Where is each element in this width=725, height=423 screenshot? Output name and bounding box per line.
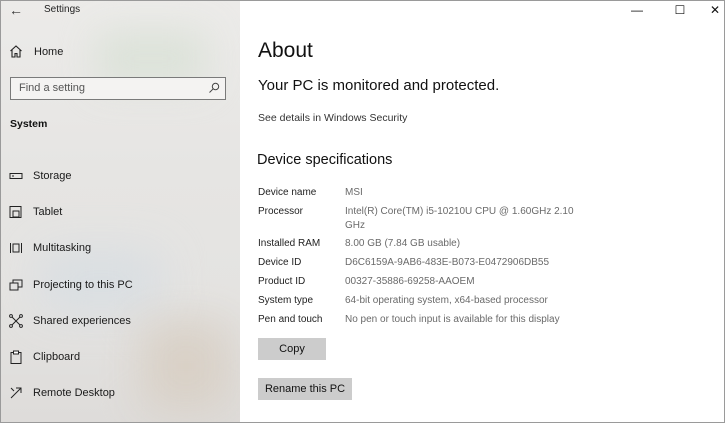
back-arrow-icon[interactable]: ←	[9, 2, 25, 18]
home-icon	[10, 45, 22, 58]
spec-value: No pen or touch input is available for t…	[345, 314, 560, 325]
title-bar: ← Settings	[1, 1, 240, 21]
sidebar-item-multitasking[interactable]: Multitasking	[1, 237, 240, 261]
main-content: — ☐ ✕ About Your PC is monitored and pro…	[240, 1, 724, 422]
search-input[interactable]: Find a setting	[10, 77, 226, 100]
spec-label: Device name	[258, 187, 317, 198]
spec-label: Processor	[258, 206, 304, 217]
spec-label: Pen and touch	[258, 314, 323, 325]
close-button[interactable]: ✕	[698, 1, 724, 21]
sidebar-item-label: Tablet	[33, 206, 63, 218]
sidebar-item-clipboard[interactable]: Clipboard	[1, 346, 240, 370]
spec-value: MSI	[345, 187, 363, 198]
sidebar-item-label: Multitasking	[33, 242, 92, 254]
app-title: Settings	[44, 4, 81, 15]
spec-value: D6C6159A-9AB6-483E-B073-E0472906DB55	[345, 257, 550, 268]
sidebar-item-shared-experiences[interactable]: Shared experiences	[1, 310, 240, 334]
spec-label: System type	[258, 295, 314, 306]
spec-value: 8.00 GB (7.84 GB usable)	[345, 238, 461, 249]
page-title: About	[258, 39, 313, 62]
spec-value: Intel(R) Core(TM) i5-10210U CPU @ 1.60GH…	[345, 206, 574, 231]
home-label: Home	[34, 46, 64, 58]
sidebar-item-projecting[interactable]: Projecting to this PC	[1, 274, 240, 298]
settings-window: ← Settings Home Find a setting System St…	[0, 0, 725, 423]
tablet-icon	[9, 206, 22, 218]
windows-security-link[interactable]: See details in Windows Security	[258, 112, 407, 124]
rename-pc-button[interactable]: Rename this PC	[258, 378, 352, 400]
copy-button[interactable]: Copy	[258, 338, 326, 360]
search-placeholder: Find a setting	[19, 82, 86, 94]
sidebar-item-label: Projecting to this PC	[33, 279, 133, 291]
device-specifications-heading: Device specifications	[257, 152, 393, 168]
spec-label: Installed RAM	[258, 238, 321, 249]
minimize-button[interactable]: —	[620, 1, 654, 21]
maximize-button[interactable]: ☐	[663, 1, 697, 21]
clipboard-icon	[10, 350, 22, 364]
remote-desktop-icon	[10, 387, 22, 399]
spec-value: 64-bit operating system, x64-based proce…	[345, 295, 548, 306]
spec-label: Device ID	[258, 257, 302, 268]
sidebar-item-tablet[interactable]: Tablet	[1, 201, 240, 225]
sidebar-item-label: Remote Desktop	[33, 387, 115, 399]
sidebar: ← Settings Home Find a setting System St…	[1, 1, 240, 422]
sidebar-item-label: Storage	[33, 170, 72, 182]
sidebar-item-label: Shared experiences	[33, 315, 131, 327]
search-icon[interactable]	[208, 82, 220, 94]
sidebar-item-storage[interactable]: Storage	[1, 165, 240, 189]
sidebar-item-label: Clipboard	[33, 351, 81, 363]
shared-experiences-icon	[9, 314, 23, 328]
sidebar-item-remote-desktop[interactable]: Remote Desktop	[1, 382, 240, 406]
spec-label: Product ID	[258, 276, 306, 287]
spec-value: 00327-35886-69258-AAOEM	[345, 276, 475, 287]
section-heading: System	[10, 118, 48, 130]
protection-status: Your PC is monitored and protected.	[258, 77, 500, 94]
projecting-icon	[9, 279, 23, 291]
multitasking-icon	[10, 243, 22, 253]
storage-icon	[9, 173, 23, 179]
